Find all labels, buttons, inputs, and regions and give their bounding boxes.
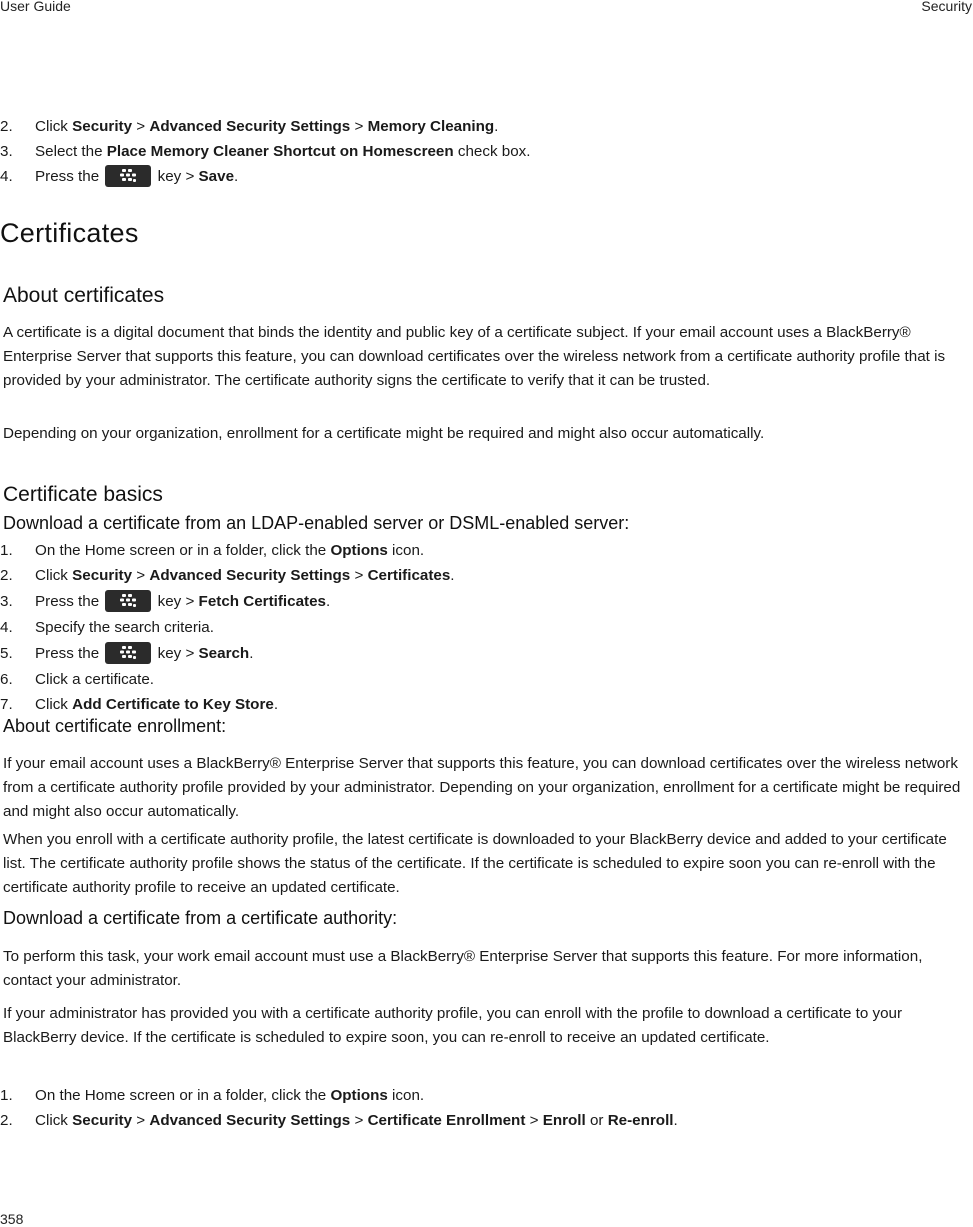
ca-paragraph-1: To perform this task, your work email ac… <box>3 948 923 989</box>
step-number: 4. <box>0 619 13 636</box>
ui-label: Memory Cleaning <box>367 118 495 135</box>
enrollment-paragraph-1: If your email account uses a BlackBerry®… <box>3 755 961 820</box>
blackberry-menu-key-icon <box>105 590 152 612</box>
ui-label: Advanced Security Settings <box>149 118 351 135</box>
step-text: > <box>525 1112 543 1129</box>
step-text: Press the <box>35 593 104 611</box>
step-text: key > <box>153 593 199 611</box>
step-text: . <box>234 168 239 186</box>
section-title: Certificates <box>0 218 139 248</box>
ui-label: Options <box>330 542 388 559</box>
step-text: > <box>132 567 150 584</box>
step-number: 2. <box>0 567 13 584</box>
step-text: . <box>326 593 331 611</box>
step-text: icon. <box>387 1087 425 1104</box>
about-certificates-heading: About certificates <box>3 284 165 307</box>
ui-label: Certificate Enrollment <box>367 1112 526 1129</box>
step: 4. Press the key > Save. <box>0 165 239 188</box>
step-number: 3. <box>0 593 13 611</box>
step-text: Press the <box>35 645 104 663</box>
step-text: > <box>350 567 368 584</box>
step: 6. Click a certificate. <box>0 669 154 691</box>
step-text: On the Home screen or in a folder, click… <box>35 542 331 559</box>
ui-label: Re-enroll <box>607 1112 674 1129</box>
header-section-title: Security <box>921 0 972 14</box>
step-text: Click <box>35 696 73 713</box>
step-number: 1. <box>0 1087 13 1104</box>
step-text: Press the <box>35 168 104 186</box>
step-text: . <box>249 645 254 663</box>
ui-label: Place Memory Cleaner Shortcut on Homescr… <box>106 143 454 160</box>
step-number: 7. <box>0 696 13 713</box>
ca-download-heading: Download a certificate from a certificat… <box>3 908 398 928</box>
about-paragraph-2: Depending on your organization, enrollme… <box>3 425 765 442</box>
ui-label: Advanced Security Settings <box>149 1112 351 1129</box>
step: 5. Press the key > Search. <box>0 642 254 665</box>
step-text: Click a certificate. <box>35 671 155 688</box>
header-doc-title: User Guide <box>0 0 71 14</box>
step-text: check box. <box>453 143 531 160</box>
step-text: > <box>132 118 150 135</box>
step-text: Click <box>35 1112 73 1129</box>
step-text: On the Home screen or in a folder, click… <box>35 1087 331 1104</box>
step: 3. Press the key > Fetch Certificates. <box>0 590 331 613</box>
step-text: or <box>585 1112 608 1129</box>
step-text: Select the <box>35 143 107 160</box>
certificate-enrollment-heading: About certificate enrollment: <box>3 716 227 736</box>
ui-label: Security <box>72 1112 133 1129</box>
ui-label: Add Certificate to Key Store <box>72 696 274 713</box>
ui-label: Fetch Certificates <box>198 593 326 611</box>
ui-label: Security <box>72 118 133 135</box>
ui-label: Security <box>72 567 133 584</box>
step-text: key > <box>153 645 199 663</box>
step: 2. Click Security > Advanced Security Set… <box>0 1110 678 1132</box>
blackberry-menu-key-icon <box>105 642 152 664</box>
step: 3. Select the Place Memory Cleaner Shortc… <box>0 141 531 163</box>
blackberry-menu-key-icon <box>105 165 152 187</box>
step: 4. Specify the search criteria. <box>0 617 214 639</box>
about-paragraph-1: A certificate is a digital document that… <box>3 324 946 389</box>
step: 1. On the Home screen or in a folder, cli… <box>0 1085 424 1107</box>
ui-label: Advanced Security Settings <box>149 567 351 584</box>
step-number: 2. <box>0 1112 13 1129</box>
step-number: 2. <box>0 118 13 135</box>
ui-label: Save <box>198 168 235 186</box>
step-number: 1. <box>0 542 13 559</box>
step-number: 4. <box>0 168 13 186</box>
step-text: . <box>494 118 499 135</box>
step-text: > <box>350 118 368 135</box>
step-text: . <box>673 1112 678 1129</box>
ldap-download-heading: Download a certificate from an LDAP-enab… <box>3 513 630 533</box>
step: 2. Click Security > Advanced Security Set… <box>0 565 455 587</box>
step-text: Click <box>35 567 73 584</box>
step-text: Specify the search criteria. <box>35 619 214 636</box>
ui-label: Certificates <box>367 567 451 584</box>
step-text: . <box>273 696 279 713</box>
step-text: icon. <box>387 542 425 559</box>
step-text: > <box>132 1112 150 1129</box>
step-text: > <box>350 1112 368 1129</box>
step-text: Click <box>35 118 73 135</box>
step-text: . <box>450 567 455 584</box>
ui-label: Search <box>198 645 250 663</box>
step-number: 6. <box>0 671 13 688</box>
enrollment-paragraph-2: When you enroll with a certificate autho… <box>3 831 947 896</box>
ui-label: Enroll <box>542 1112 586 1129</box>
step-text: key > <box>153 168 199 186</box>
ui-label: Options <box>330 1087 388 1104</box>
ca-paragraph-2: If your administrator has provided you w… <box>3 1005 903 1046</box>
step: 2. Click Security > Advanced Security Set… <box>0 116 498 138</box>
step-number: 5. <box>0 645 13 663</box>
step: 1. On the Home screen or in a folder, cli… <box>0 540 424 562</box>
page-number: 358 <box>0 1211 24 1227</box>
certificate-basics-heading: Certificate basics <box>3 483 163 506</box>
step-number: 3. <box>0 143 13 160</box>
step: 7. Click Add Certificate to Key Store. <box>0 694 278 716</box>
